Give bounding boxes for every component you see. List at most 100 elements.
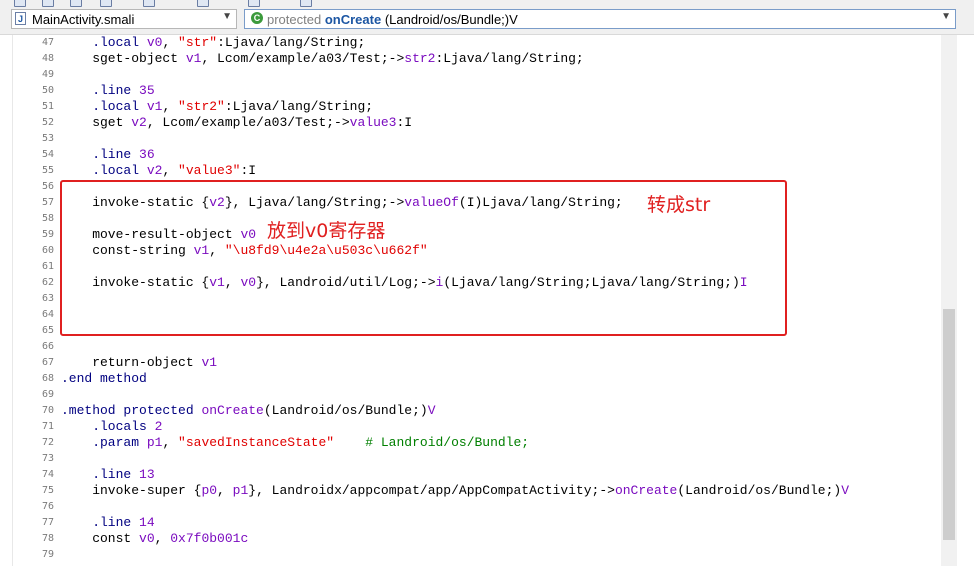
code-token: const xyxy=(61,531,140,546)
code-token: .locals xyxy=(61,419,155,434)
line-number: 55 xyxy=(41,165,54,176)
code-token: sget-object xyxy=(61,51,186,66)
code-token: return-object xyxy=(61,355,202,370)
save-icon[interactable] xyxy=(14,0,26,7)
code-token: v1 xyxy=(201,355,218,370)
code-line[interactable]: .line 14 xyxy=(61,515,155,531)
export-icon[interactable] xyxy=(248,0,260,7)
code-token: .param xyxy=(61,435,147,450)
code-line[interactable]: .param p1, "savedInstanceState" # Landro… xyxy=(61,435,529,451)
find-icon[interactable] xyxy=(100,0,112,7)
code-token: :Ljava/lang/String; xyxy=(224,99,374,114)
vertical-scrollbar[interactable] xyxy=(941,35,957,566)
code-line[interactable]: .method protected onCreate(Landroid/os/B… xyxy=(61,403,436,419)
line-number: 58 xyxy=(41,213,54,224)
chevron-down-icon[interactable]: ▼ xyxy=(222,11,232,22)
code-line[interactable]: .locals 2 xyxy=(61,419,162,435)
line-number: 49 xyxy=(41,69,54,80)
line-number: 74 xyxy=(41,469,54,480)
code-line[interactable]: return-object v1 xyxy=(61,355,217,371)
code-token: .line xyxy=(61,467,140,482)
file-selector[interactable]: J MainActivity.smali ▼ xyxy=(11,9,237,29)
code-token: , Lcom/example/a03/Test;-> xyxy=(146,115,350,130)
code-token: , xyxy=(162,99,179,114)
code-token: value3 xyxy=(349,115,397,130)
method-selector[interactable]: C protected onCreate (Landroid/os/Bundle… xyxy=(244,9,956,29)
code-line[interactable]: .line 36 xyxy=(61,147,155,163)
code-line[interactable]: .line 13 xyxy=(61,467,154,483)
line-number: 77 xyxy=(41,517,54,528)
scrollbar-thumb[interactable] xyxy=(943,309,955,540)
go-icon[interactable] xyxy=(143,0,155,7)
code-token: "savedInstanceState" xyxy=(178,435,335,450)
code-token: , xyxy=(162,35,179,50)
method-label: protected onCreate (Landroid/os/Bundle;)… xyxy=(267,12,518,27)
code-line[interactable]: .line 35 xyxy=(61,83,154,99)
line-number: 70 xyxy=(41,405,54,416)
code-token: , Lcom/example/a03/Test;-> xyxy=(201,51,405,66)
chevron-down-icon[interactable]: ▼ xyxy=(941,11,951,22)
code-token: .method protected xyxy=(61,403,202,418)
line-number: 79 xyxy=(41,549,54,560)
java-file-icon: J xyxy=(15,12,26,25)
code-token: V xyxy=(427,403,436,418)
right-margin xyxy=(957,35,974,566)
code-token: , xyxy=(162,435,179,450)
line-number: 65 xyxy=(41,325,54,336)
code-token: "value3" xyxy=(178,163,241,178)
settings-icon[interactable] xyxy=(300,0,312,7)
code-token: .line xyxy=(61,147,140,162)
code-token: "str2" xyxy=(178,99,225,114)
code-token: .local xyxy=(61,99,147,114)
code-token: onCreate xyxy=(201,403,264,418)
line-number: 75 xyxy=(41,485,54,496)
code-token: 36 xyxy=(139,147,155,162)
code-token: str2 xyxy=(404,51,436,66)
code-token: p0 xyxy=(201,483,218,498)
code-line[interactable]: .end method xyxy=(61,371,147,387)
code-token: .local xyxy=(61,163,147,178)
code-token: }, Landroidx/appcompat/app/AppCompatActi… xyxy=(248,483,615,498)
method-icon: C xyxy=(251,12,263,24)
code-token: sget xyxy=(61,115,132,130)
code-token: p1 xyxy=(232,483,249,498)
code-token: :Ljava/lang/String; xyxy=(435,51,584,66)
back-icon[interactable] xyxy=(197,0,209,7)
line-number: 57 xyxy=(41,197,54,208)
code-token: # Landroid/os/Bundle; xyxy=(334,435,530,450)
code-line[interactable]: invoke-super {p0, p1}, Landroidx/appcomp… xyxy=(61,483,849,499)
code-token: v2 xyxy=(131,115,147,130)
code-line[interactable]: sget v2, Lcom/example/a03/Test;->value3:… xyxy=(61,115,412,131)
copy-icon[interactable] xyxy=(70,0,82,7)
line-number: 60 xyxy=(41,245,54,256)
line-number: 62 xyxy=(41,277,54,288)
code-token: :I xyxy=(240,163,257,178)
code-token: v0 xyxy=(139,531,155,546)
file-name: MainActivity.smali xyxy=(32,12,135,27)
line-number: 64 xyxy=(41,309,54,320)
code-token: 14 xyxy=(139,515,155,530)
line-number: 56 xyxy=(41,181,54,192)
code-token: , xyxy=(154,531,171,546)
code-line[interactable]: sget-object v1, Lcom/example/a03/Test;->… xyxy=(61,51,584,67)
code-token: invoke-super { xyxy=(61,483,202,498)
code-token: v0 xyxy=(146,35,163,50)
code-line[interactable]: .local v2, "value3":I xyxy=(61,163,256,179)
annotation-to-str: 转成str xyxy=(647,194,711,216)
line-number: 51 xyxy=(41,101,54,112)
line-number: 73 xyxy=(41,453,54,464)
method-signature: (Landroid/os/Bundle;)V xyxy=(384,12,518,27)
print-icon[interactable] xyxy=(42,0,54,7)
code-line[interactable]: .local v1, "str2":Ljava/lang/String; xyxy=(61,99,373,115)
line-number: 69 xyxy=(41,389,54,400)
navigation-bar: J MainActivity.smali ▼ C protected onCre… xyxy=(0,7,974,35)
line-number: 54 xyxy=(41,149,54,160)
code-line[interactable]: .local v0, "str":Ljava/lang/String; xyxy=(61,35,365,51)
line-number: 53 xyxy=(41,133,54,144)
code-token: (Landroid/os/Bundle;) xyxy=(677,483,842,498)
code-token: :I xyxy=(396,115,413,130)
line-number: 68 xyxy=(41,373,54,384)
code-line[interactable]: const v0, 0x7f0b001c xyxy=(61,531,248,547)
code-token: 0x7f0b001c xyxy=(170,531,249,546)
line-number: 72 xyxy=(41,437,54,448)
